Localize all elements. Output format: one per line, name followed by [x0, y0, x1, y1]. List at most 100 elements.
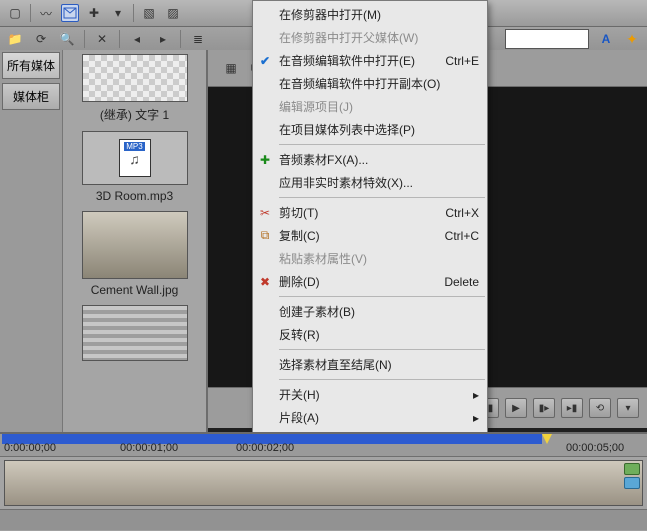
menu-open-parent-in-trimmer: 在修剪器中打开父媒体(W)	[253, 26, 487, 49]
star-icon[interactable]: ✦	[623, 30, 641, 48]
refresh-icon[interactable]: ⟳	[32, 30, 50, 48]
options-button[interactable]: ▾	[617, 398, 639, 418]
menu-create-subclip[interactable]: 创建子素材(B)	[253, 300, 487, 323]
media-panel: 所有媒体 媒体柜 (继承) 文字 1 MP3♫ 3D Room.mp3 Ceme…	[0, 50, 208, 432]
separator	[30, 4, 31, 22]
menu-label: 在音频编辑软件中打开副本(O)	[279, 75, 440, 92]
timeline-clip[interactable]	[4, 460, 643, 506]
ruler-tick: 00:00:05;00	[566, 442, 624, 454]
clip-gen-button[interactable]	[624, 477, 640, 489]
menu-audio-event-fx[interactable]: ✚ 音频素材FX(A)...	[253, 148, 487, 171]
check-icon: ✔	[257, 53, 273, 69]
prev-icon[interactable]: ◂	[128, 30, 146, 48]
step-fwd-button[interactable]: ▮▸	[533, 398, 555, 418]
menu-label: 片段(A)	[279, 409, 319, 426]
menu-label: 在修剪器中打开父媒体(W)	[279, 29, 418, 46]
menu-label: 应用非实时素材特效(X)...	[279, 174, 413, 191]
mp3-file-icon: MP3♫	[119, 139, 151, 177]
submenu-arrow-icon: ▸	[473, 411, 479, 425]
thumbnail-text	[82, 54, 188, 102]
play-icon[interactable]: ▸	[154, 30, 172, 48]
tool-mail-icon[interactable]	[61, 4, 79, 22]
timeline: 0:00:00;00 00:00:01;00 00:00:02;00 00:00…	[0, 432, 647, 531]
tool-dropdown-icon[interactable]: ▾	[109, 4, 127, 22]
menu-open-copy-in-audio-editor[interactable]: 在音频编辑软件中打开副本(O)	[253, 72, 487, 95]
ruler-tick: 0:00:00;00	[4, 442, 56, 454]
gallery-label: Cement Wall.jpg	[91, 283, 179, 297]
folder-icon[interactable]: 📁	[6, 30, 24, 48]
menu-shortcut: Ctrl+E	[445, 54, 479, 68]
menu-separator	[279, 379, 485, 380]
menu-label: 选择素材直至结尾(N)	[279, 356, 392, 373]
menu-apply-nonrt-fx[interactable]: 应用非实时素材特效(X)...	[253, 171, 487, 194]
gallery-item[interactable]: Cement Wall.jpg	[82, 211, 188, 297]
menu-select-events-to-end[interactable]: 选择素材直至结尾(N)	[253, 353, 487, 376]
play-button[interactable]: ▶	[505, 398, 527, 418]
menu-paste-event-attributes: 粘贴素材属性(V)	[253, 247, 487, 270]
menu-label: 在项目媒体列表中选择(P)	[279, 121, 415, 138]
view-icon[interactable]: ≣	[189, 30, 207, 48]
tab-all-media[interactable]: 所有媒体	[2, 52, 60, 79]
search-icon[interactable]: 🔍	[58, 30, 76, 48]
menu-label: 编辑源项目(J)	[279, 98, 353, 115]
timeline-scroll[interactable]	[0, 509, 647, 530]
thumbnail-image	[82, 305, 188, 361]
menu-label: 剪切(T)	[279, 204, 318, 221]
gallery-label: (继承) 文字 1	[100, 106, 169, 123]
menu-separator	[279, 296, 485, 297]
timeline-track[interactable]	[0, 457, 647, 509]
menu-reverse[interactable]: 反转(R)	[253, 323, 487, 346]
delete-x-icon: ✖	[257, 274, 273, 290]
gallery-item[interactable]	[82, 305, 188, 361]
menu-separator	[279, 349, 485, 350]
menu-shortcut: Ctrl+X	[445, 206, 479, 220]
clip-tools	[624, 463, 640, 489]
goto-end-button[interactable]: ▸▮	[561, 398, 583, 418]
menu-edit-source-project: 编辑源项目(J)	[253, 95, 487, 118]
loop-end-flag-icon[interactable]	[542, 434, 552, 444]
gallery-label: 3D Room.mp3	[96, 189, 173, 203]
tool-plus-icon[interactable]: ✚	[85, 4, 103, 22]
menu-label: 删除(D)	[279, 273, 320, 290]
thumbnail-image	[82, 211, 188, 279]
menu-label: 音频素材FX(A)...	[279, 151, 368, 168]
menu-label: 在修剪器中打开(M)	[279, 6, 381, 23]
tool-misc1-icon[interactable]: ▧	[140, 4, 158, 22]
menu-label: 复制(C)	[279, 227, 320, 244]
tool-misc2-icon[interactable]: ▨	[164, 4, 182, 22]
menu-open-in-audio-editor[interactable]: ✔ 在音频编辑软件中打开(E) Ctrl+E	[253, 49, 487, 72]
separator	[133, 4, 134, 22]
menu-cut[interactable]: ✂ 剪切(T) Ctrl+X	[253, 201, 487, 224]
close-x-icon[interactable]: ✕	[93, 30, 111, 48]
menu-shortcut: Ctrl+C	[445, 229, 479, 243]
loop-button[interactable]: ⟲	[589, 398, 611, 418]
clip-fx-button[interactable]	[624, 463, 640, 475]
menu-label: 反转(R)	[279, 326, 320, 343]
time-ruler[interactable]: 0:00:00;00 00:00:01;00 00:00:02;00 00:00…	[0, 434, 647, 457]
menu-take[interactable]: 片段(A) ▸	[253, 406, 487, 429]
menu-delete[interactable]: ✖ 删除(D) Delete	[253, 270, 487, 293]
menu-open-in-trimmer[interactable]: 在修剪器中打开(M)	[253, 3, 487, 26]
preview-icon[interactable]: ▦	[222, 59, 240, 77]
gallery-item[interactable]: (继承) 文字 1	[82, 54, 188, 123]
menu-shortcut: Delete	[444, 275, 479, 289]
tool-envelope-icon[interactable]: 〰	[37, 4, 55, 22]
menu-select-in-project-media[interactable]: 在项目媒体列表中选择(P)	[253, 118, 487, 141]
separator	[119, 30, 120, 48]
menu-switches[interactable]: 开关(H)▸	[253, 383, 487, 406]
menu-label: 创建子素材(B)	[279, 303, 355, 320]
media-gallery: (继承) 文字 1 MP3♫ 3D Room.mp3 Cement Wall.j…	[63, 50, 206, 432]
tool-pointer-icon[interactable]: ▢	[6, 4, 24, 22]
menu-separator	[279, 197, 485, 198]
submenu-arrow-icon: ▸	[473, 388, 479, 402]
gallery-item[interactable]: MP3♫ 3D Room.mp3	[82, 131, 188, 203]
preset-dropdown[interactable]	[505, 29, 589, 49]
menu-separator	[279, 144, 485, 145]
tab-media-bin[interactable]: 媒体柜	[2, 83, 60, 110]
menu-copy[interactable]: ⧉ 复制(C) Ctrl+C	[253, 224, 487, 247]
media-tabs: 所有媒体 媒体柜	[0, 50, 63, 432]
ruler-tick: 00:00:01;00	[120, 442, 178, 454]
fx-plus-icon: ✚	[257, 152, 273, 168]
separator	[180, 30, 181, 48]
a-badge-icon[interactable]: A	[597, 30, 615, 48]
